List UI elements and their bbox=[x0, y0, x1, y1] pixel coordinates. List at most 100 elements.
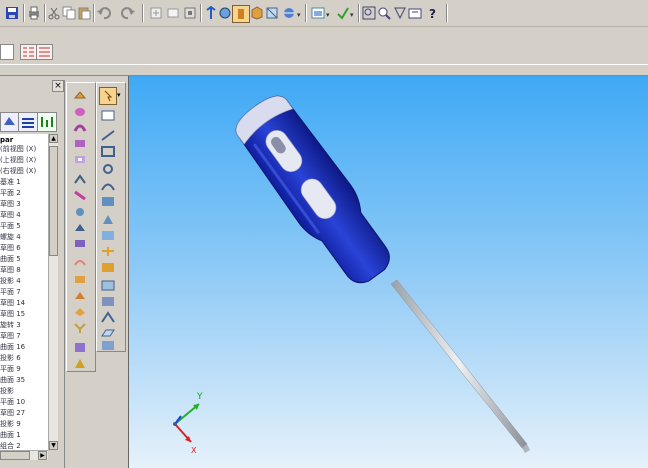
pattern-icon[interactable] bbox=[72, 273, 88, 286]
h-scroll-thumb[interactable] bbox=[0, 451, 30, 460]
point-icon[interactable] bbox=[100, 229, 116, 242]
tree-item[interactable]: 曲面 1 bbox=[0, 431, 21, 439]
polygon-icon[interactable] bbox=[100, 213, 116, 226]
tree-item[interactable]: 平面 7 bbox=[0, 288, 21, 296]
copy-icon[interactable] bbox=[62, 6, 76, 20]
tree-item[interactable]: 平面 2 bbox=[0, 189, 21, 197]
curve-icon[interactable] bbox=[72, 321, 88, 334]
view-orient-icon[interactable] bbox=[311, 6, 325, 20]
cut-icon[interactable] bbox=[47, 6, 61, 20]
scroll-right-icon[interactable]: ▶ bbox=[38, 451, 47, 460]
spline-icon[interactable] bbox=[100, 195, 116, 208]
sweep-icon[interactable] bbox=[72, 121, 88, 134]
tree-item[interactable]: 草图 6 bbox=[0, 244, 21, 252]
undo-icon[interactable] bbox=[97, 6, 111, 20]
draft-icon[interactable] bbox=[72, 237, 88, 250]
extrude-icon[interactable] bbox=[72, 89, 88, 102]
mirror-entities-icon[interactable] bbox=[100, 279, 116, 292]
insert-icon[interactable] bbox=[149, 6, 163, 20]
select-icon[interactable] bbox=[99, 87, 117, 105]
tree-item[interactable]: 螺旋 4 bbox=[0, 233, 21, 241]
mirror-icon[interactable] bbox=[72, 289, 88, 302]
rectangle-icon[interactable] bbox=[100, 145, 116, 158]
scroll-up-icon[interactable]: ▲ bbox=[49, 134, 58, 143]
smart-dimension-icon[interactable] bbox=[100, 295, 116, 308]
tree-item[interactable]: (上视图 (X) bbox=[0, 156, 36, 164]
hole-icon[interactable] bbox=[72, 257, 88, 270]
circle-icon[interactable] bbox=[100, 163, 116, 176]
tree-item[interactable]: 曲面 5 bbox=[0, 255, 21, 263]
tree-item[interactable]: 草图 15 bbox=[0, 310, 25, 318]
sketch-icon[interactable] bbox=[166, 6, 180, 20]
zoom-area-icon[interactable] bbox=[393, 6, 407, 20]
cut-extrude-icon[interactable] bbox=[72, 153, 88, 166]
arc-icon[interactable] bbox=[100, 179, 116, 192]
feature-manager-icon[interactable] bbox=[20, 44, 37, 60]
dome-icon[interactable] bbox=[72, 305, 88, 318]
paste-icon[interactable] bbox=[77, 6, 91, 20]
dropdown-arrow-icon[interactable]: ▾ bbox=[117, 91, 121, 99]
tree-item[interactable]: 平面 5 bbox=[0, 222, 21, 230]
tree-item[interactable]: (前视图 (X) bbox=[0, 145, 36, 153]
rotate-icon[interactable] bbox=[204, 6, 218, 20]
reference-geometry-icon[interactable] bbox=[72, 341, 88, 354]
tree-item[interactable]: 平面 9 bbox=[0, 365, 21, 373]
tree-item[interactable]: 组合 2 bbox=[0, 442, 21, 450]
close-icon[interactable]: × bbox=[52, 80, 64, 92]
scroll-thumb[interactable] bbox=[49, 146, 58, 256]
tree-item[interactable]: 基准 1 bbox=[0, 178, 21, 186]
tree-item[interactable]: 投影 4 bbox=[0, 277, 21, 285]
redo-icon[interactable] bbox=[121, 6, 135, 20]
tree-item[interactable]: (右视图 (X) bbox=[0, 167, 36, 175]
dimension-icon[interactable] bbox=[183, 6, 197, 20]
property-tab[interactable] bbox=[18, 112, 38, 132]
zoom-fit-icon[interactable] bbox=[362, 6, 376, 20]
tree-item[interactable]: 草图 4 bbox=[0, 211, 21, 219]
box-icon[interactable] bbox=[250, 6, 264, 20]
tree-item[interactable]: 投影 6 bbox=[0, 354, 21, 362]
relations-icon[interactable] bbox=[100, 311, 116, 324]
fillet-icon[interactable] bbox=[72, 173, 88, 186]
tree-item[interactable]: 曲面 16 bbox=[0, 343, 25, 351]
measure-icon[interactable] bbox=[72, 357, 88, 370]
tree-item[interactable]: 平面 10 bbox=[0, 398, 25, 406]
tree-horizontal-scrollbar[interactable]: ▶ bbox=[0, 450, 48, 460]
tree-item[interactable]: 投影 bbox=[0, 387, 14, 395]
print-icon[interactable] bbox=[27, 6, 41, 20]
tree-item[interactable]: 草图 14 bbox=[0, 299, 25, 307]
tree-item[interactable]: 草图 3 bbox=[0, 200, 21, 208]
graphics-viewport[interactable]: Y X bbox=[128, 76, 648, 468]
axis-icon[interactable] bbox=[100, 339, 116, 352]
shell-icon[interactable] bbox=[72, 205, 88, 218]
tree-item[interactable]: 投影 9 bbox=[0, 420, 21, 428]
sketch-tool-icon[interactable] bbox=[100, 109, 116, 122]
tree-vertical-scrollbar[interactable]: ▲ ▼ bbox=[48, 134, 58, 450]
offset-icon[interactable] bbox=[100, 245, 116, 258]
chamfer-icon[interactable] bbox=[72, 189, 88, 202]
shade-icon[interactable] bbox=[265, 6, 279, 20]
help-icon[interactable]: ? bbox=[428, 6, 442, 20]
line-icon[interactable] bbox=[100, 129, 116, 142]
toggle-panel-icon[interactable] bbox=[0, 44, 14, 60]
dropdown-arrow-icon[interactable]: ▾ bbox=[297, 11, 301, 19]
pan-icon[interactable] bbox=[218, 6, 232, 20]
tree-item[interactable]: 旋转 3 bbox=[0, 321, 21, 329]
trim-icon[interactable] bbox=[100, 261, 116, 274]
property-manager-icon[interactable] bbox=[36, 44, 53, 60]
dropdown-arrow-icon[interactable]: ▾ bbox=[350, 11, 354, 19]
tree-item[interactable]: 草图 8 bbox=[0, 266, 21, 274]
loft-icon[interactable] bbox=[72, 137, 88, 150]
tree-item[interactable]: 曲面 35 bbox=[0, 376, 25, 384]
rib-icon[interactable] bbox=[72, 221, 88, 234]
select-tool-button[interactable] bbox=[232, 5, 250, 23]
sphere-icon[interactable] bbox=[282, 6, 296, 20]
config-tab[interactable] bbox=[37, 112, 57, 132]
revolve-icon[interactable] bbox=[72, 105, 88, 118]
tree-item[interactable]: 草图 27 bbox=[0, 409, 25, 417]
save-icon[interactable] bbox=[5, 6, 19, 20]
zoom-prev-icon[interactable] bbox=[408, 6, 422, 20]
tree-item[interactable]: 草图 7 bbox=[0, 332, 21, 340]
dropdown-arrow-icon[interactable]: ▾ bbox=[326, 11, 330, 19]
feature-tree-tab[interactable] bbox=[0, 112, 19, 132]
display-style-icon[interactable] bbox=[336, 6, 350, 20]
